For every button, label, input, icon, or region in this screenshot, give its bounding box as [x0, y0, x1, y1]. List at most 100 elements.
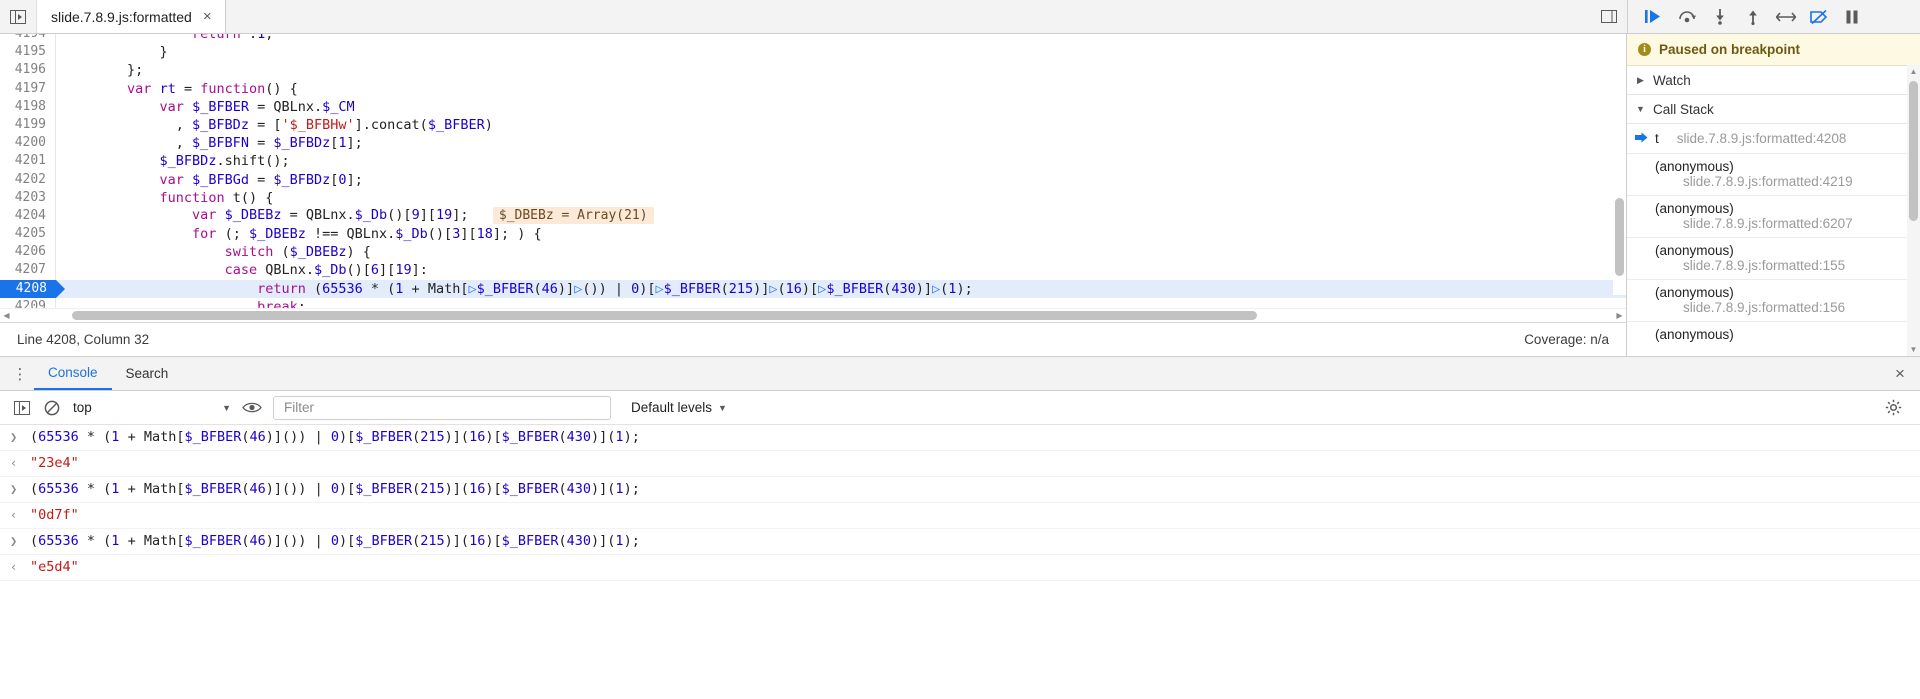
sidebar-scrollbar[interactable]: ▲ ▼ — [1907, 65, 1920, 356]
show-debugger-sidebar-button[interactable] — [1591, 0, 1627, 33]
line-number[interactable]: 4207 — [0, 261, 56, 280]
log-levels-selector[interactable]: Default levels ▼ — [631, 400, 727, 415]
console-input-row[interactable]: ❯ (65536 * (1 + Math[$_BFBER(46)]()) | 0)… — [0, 529, 1920, 555]
code-line[interactable]: 4206 switch ($_DBEBz) { — [0, 243, 1626, 262]
line-number[interactable]: 4197 — [0, 79, 56, 98]
code-line[interactable]: 4201 $_BFBDz.shift(); — [0, 152, 1626, 171]
call-stack-frame-location[interactable]: slide.7.8.9.js:formatted:6207 — [1655, 216, 1912, 231]
console-output-row[interactable]: ‹ "e5d4" — [0, 555, 1920, 581]
tab-search-label: Search — [125, 366, 169, 381]
step-out-icon — [1748, 10, 1757, 25]
line-number[interactable]: 4206 — [0, 243, 56, 262]
code-line-text: var rt = function() { — [127, 80, 298, 97]
code-line[interactable]: 4202 var $_BFBGd = $_BFBDz[0]; — [0, 170, 1626, 189]
code-line[interactable]: 4196 }; — [0, 61, 1626, 80]
console-settings-button[interactable] — [1873, 399, 1913, 416]
editor-vertical-scrollbar[interactable] — [1613, 34, 1626, 295]
code-line[interactable]: 4194 return .1; — [0, 34, 1626, 44]
scroll-up-icon[interactable]: ▲ — [1907, 65, 1920, 78]
code-line[interactable]: 4195 } — [0, 43, 1626, 62]
line-number[interactable]: 4203 — [0, 188, 56, 207]
output-return-icon: ‹ — [10, 560, 18, 574]
code-line[interactable]: 4200 , $_BFBFN = $_BFBDz[1]; — [0, 134, 1626, 153]
value-marker-icon: ▷ — [932, 280, 941, 297]
editor-horizontal-scroll-thumb[interactable] — [72, 311, 1257, 320]
console-message-list[interactable]: ❯ (65536 * (1 + Math[$_BFBER(46)]()) | 0)… — [0, 425, 1920, 699]
call-stack-frame[interactable]: t slide.7.8.9.js:formatted:4208 — [1627, 124, 1920, 154]
step-button[interactable] — [1769, 0, 1802, 33]
execution-context-value: top — [73, 400, 92, 415]
editor-vertical-scroll-thumb[interactable] — [1615, 198, 1624, 276]
call-stack-frame-body: (anonymous) slide.7.8.9.js:formatted:155 — [1655, 243, 1912, 273]
console-message-text: (65536 * (1 + Math[$_BFBER(46)]()) | 0)[… — [30, 533, 640, 549]
code-line-active[interactable]: 4208 return (65536 * (1 + Math[▷$_BFBER(… — [0, 279, 1626, 298]
line-number[interactable]: 4198 — [0, 97, 56, 116]
call-stack-frame-location[interactable]: slide.7.8.9.js:formatted:4208 — [1677, 131, 1847, 146]
step-out-button[interactable] — [1736, 0, 1769, 33]
code-line[interactable]: 4198 var $_BFBER = QBLnx.$_CM — [0, 97, 1626, 116]
line-number[interactable]: 4202 — [0, 170, 56, 189]
console-output-row[interactable]: ‹ "0d7f" — [0, 503, 1920, 529]
call-stack-frame[interactable]: (anonymous) slide.7.8.9.js:formatted:4219 — [1627, 154, 1920, 196]
code-line[interactable]: 4204 var $_DBEBz = QBLnx.$_Db()[9][19]; … — [0, 206, 1626, 226]
frame-arrow-placeholder — [1635, 201, 1649, 203]
scroll-right-icon[interactable]: ▶ — [1613, 309, 1626, 322]
line-number[interactable]: 4205 — [0, 225, 56, 244]
code-line[interactable]: 4197 var rt = function() { — [0, 79, 1626, 98]
console-output-row[interactable]: ‹ "23e4" — [0, 451, 1920, 477]
info-icon: i — [1638, 43, 1651, 56]
code-editor[interactable]: 4194 return .1;4195 }4196 };4197 var rt … — [0, 34, 1626, 308]
sidebar-scroll-thumb[interactable] — [1909, 81, 1918, 221]
console-filter-box[interactable] — [273, 395, 611, 420]
filter-input[interactable] — [282, 399, 602, 416]
call-stack-section-header[interactable]: ▼ Call Stack — [1627, 95, 1920, 124]
call-stack-frame-location[interactable]: slide.7.8.9.js:formatted:156 — [1655, 300, 1912, 315]
code-line[interactable]: 4205 for (; $_DBEBz !== QBLnx.$_Db()[3][… — [0, 225, 1626, 244]
chevron-down-icon[interactable]: ▼ — [718, 403, 727, 413]
close-drawer-button[interactable]: × — [1880, 364, 1920, 384]
pause-on-exceptions-button[interactable] — [1835, 0, 1868, 33]
call-stack-frame-location[interactable]: slide.7.8.9.js:formatted:4219 — [1655, 174, 1912, 189]
scroll-down-icon[interactable]: ▼ — [1907, 343, 1920, 356]
tab-search[interactable]: Search — [112, 357, 183, 390]
step-into-button[interactable] — [1703, 0, 1736, 33]
line-number[interactable]: 4194 — [0, 34, 56, 44]
execution-context-selector[interactable]: top ▼ — [67, 396, 237, 420]
line-number[interactable]: 4201 — [0, 152, 56, 171]
tab-console[interactable]: Console — [34, 357, 112, 390]
code-line[interactable]: 4207 case QBLnx.$_Db()[6][19]: — [0, 261, 1626, 280]
scroll-left-icon[interactable]: ◀ — [0, 309, 13, 322]
close-icon[interactable]: × — [201, 8, 214, 25]
call-stack-frame[interactable]: (anonymous) slide.7.8.9.js:formatted:156 — [1627, 280, 1920, 322]
watch-section-header[interactable]: ▶ Watch — [1627, 66, 1920, 95]
call-stack-frame-location[interactable]: slide.7.8.9.js:formatted:155 — [1655, 258, 1912, 273]
chevron-down-icon[interactable]: ▼ — [222, 403, 231, 413]
step-over-button[interactable] — [1670, 0, 1703, 33]
clear-console-button[interactable] — [37, 393, 67, 423]
line-number[interactable]: 4208 — [0, 279, 65, 298]
deactivate-breakpoints-button[interactable] — [1802, 0, 1835, 33]
code-line[interactable]: 4199 , $_BFBDz = ['$_BFBHw'].concat($_BF… — [0, 115, 1626, 135]
code-line[interactable]: 4203 function t() { — [0, 188, 1626, 207]
resume-script-execution-button[interactable] — [1637, 0, 1670, 33]
call-stack-frame[interactable]: (anonymous) slide.7.8.9.js:formatted:6207 — [1627, 196, 1920, 238]
console-sidebar-button[interactable] — [7, 393, 37, 423]
editor-horizontal-scrollbar[interactable]: ◀ ▶ — [0, 308, 1626, 322]
line-number[interactable]: 4195 — [0, 43, 56, 62]
call-stack-frame[interactable]: (anonymous) — [1627, 322, 1920, 356]
line-number[interactable]: 4199 — [0, 115, 56, 135]
line-number[interactable]: 4209 — [0, 297, 56, 308]
line-number[interactable]: 4200 — [0, 134, 56, 153]
line-number[interactable]: 4196 — [0, 61, 56, 80]
more-options-icon[interactable]: ⋮ — [6, 365, 34, 383]
chevron-right-icon[interactable]: ▶ — [1635, 75, 1646, 86]
live-expression-button[interactable] — [237, 393, 267, 423]
code-line[interactable]: 4209 break; — [0, 297, 1626, 308]
call-stack-frame[interactable]: (anonymous) slide.7.8.9.js:formatted:155 — [1627, 238, 1920, 280]
console-input-row[interactable]: ❯ (65536 * (1 + Math[$_BFBER(46)]()) | 0)… — [0, 477, 1920, 503]
console-input-row[interactable]: ❯ (65536 * (1 + Math[$_BFBER(46)]()) | 0)… — [0, 425, 1920, 451]
file-tab-slide-js[interactable]: slide.7.8.9.js:formatted × — [37, 0, 226, 33]
chevron-down-icon[interactable]: ▼ — [1635, 104, 1646, 114]
show-navigator-button[interactable] — [0, 0, 37, 33]
line-number[interactable]: 4204 — [0, 206, 56, 226]
